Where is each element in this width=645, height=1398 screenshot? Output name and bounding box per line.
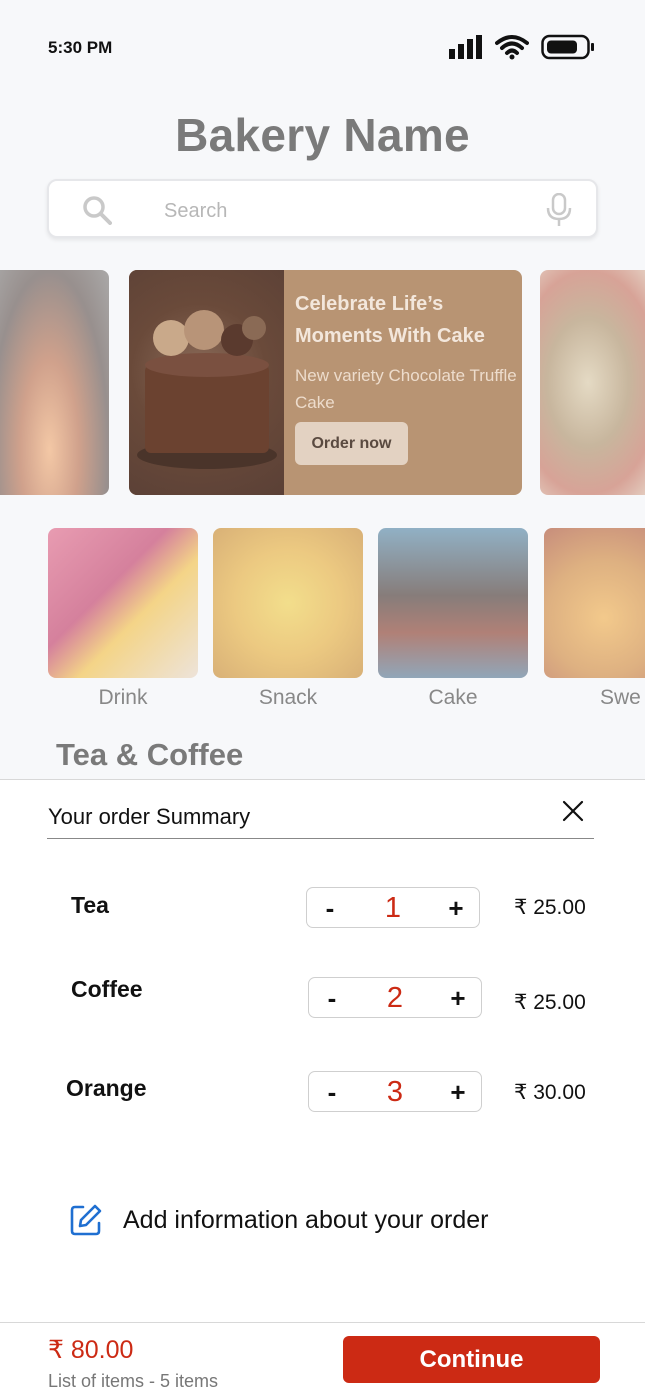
total-amount: ₹ 80.00	[48, 1336, 134, 1364]
category-label: Snack	[258, 686, 318, 709]
category-cake[interactable]: Cake	[378, 528, 528, 710]
item-name: Orange	[66, 1075, 147, 1101]
banner-subtitle: New variety Chocolate Truffle Cake	[295, 366, 517, 412]
category-cake-image	[378, 528, 528, 678]
banner-grill-image[interactable]	[0, 270, 109, 495]
items-count: List of items - 5 items	[48, 1371, 219, 1391]
order-now-button[interactable]: Order now	[295, 422, 408, 465]
increase-button[interactable]: +	[443, 1076, 473, 1108]
wifi-icon	[495, 35, 529, 60]
status-bar: 5:30 PM	[0, 0, 645, 96]
category-drink[interactable]: Drink	[48, 528, 198, 710]
edit-icon	[70, 1204, 102, 1236]
quantity-stepper[interactable]: - 3 +	[308, 1071, 482, 1112]
search-bar[interactable]: Search	[47, 179, 598, 238]
category-label: Swe	[600, 686, 641, 709]
category-label: Drink	[98, 686, 148, 709]
order-item: Orange - 3 + ₹ 30.00	[0, 964, 645, 1112]
status-icons	[449, 34, 595, 60]
banner-carousel[interactable]: Celebrate Life’s Moments With Cake New v…	[0, 270, 645, 495]
category-sweet-image	[544, 528, 645, 678]
order-item: Coffee - 2 + ₹ 25.00	[0, 865, 645, 1018]
search-icon	[83, 196, 112, 225]
banner-cake-image	[129, 270, 284, 495]
category-drink-image	[48, 528, 198, 678]
banner-text: Celebrate Life’s Moments With Cake New v…	[295, 288, 520, 416]
category-sweet[interactable]: Swe	[544, 528, 645, 710]
add-order-info[interactable]: Add information about your order	[69, 1202, 489, 1238]
category-label: Cake	[428, 686, 478, 709]
checkout-footer: ₹ 80.00 List of items - 5 items Continue	[0, 1322, 645, 1398]
chocolate-cake-illustration	[137, 310, 277, 469]
continue-button[interactable]: Continue	[343, 1336, 600, 1383]
app-title: Bakery Name	[175, 109, 470, 161]
section-title: Tea & Coffee	[56, 737, 244, 772]
banner-cake-promo[interactable]: Celebrate Life’s Moments With Cake New v…	[129, 270, 522, 495]
add-info-label: Add information about your order	[123, 1205, 489, 1234]
search-input[interactable]: Search	[164, 200, 227, 223]
category-snack-image	[213, 528, 363, 678]
status-time: 5:30 PM	[48, 38, 113, 57]
item-price: ₹ 30.00	[514, 1081, 586, 1104]
microphone-icon[interactable]	[544, 193, 574, 227]
banner-title: Celebrate Life’s Moments With Cake	[295, 293, 485, 347]
category-snack[interactable]: Snack	[213, 528, 363, 710]
signal-icon	[449, 35, 482, 59]
order-item: Tea - 1 + ₹ 25.00	[0, 781, 645, 928]
category-list: Drink Snack Cake Swe	[0, 528, 645, 718]
banner-wrap-image[interactable]	[540, 270, 645, 495]
battery-icon	[541, 34, 594, 60]
